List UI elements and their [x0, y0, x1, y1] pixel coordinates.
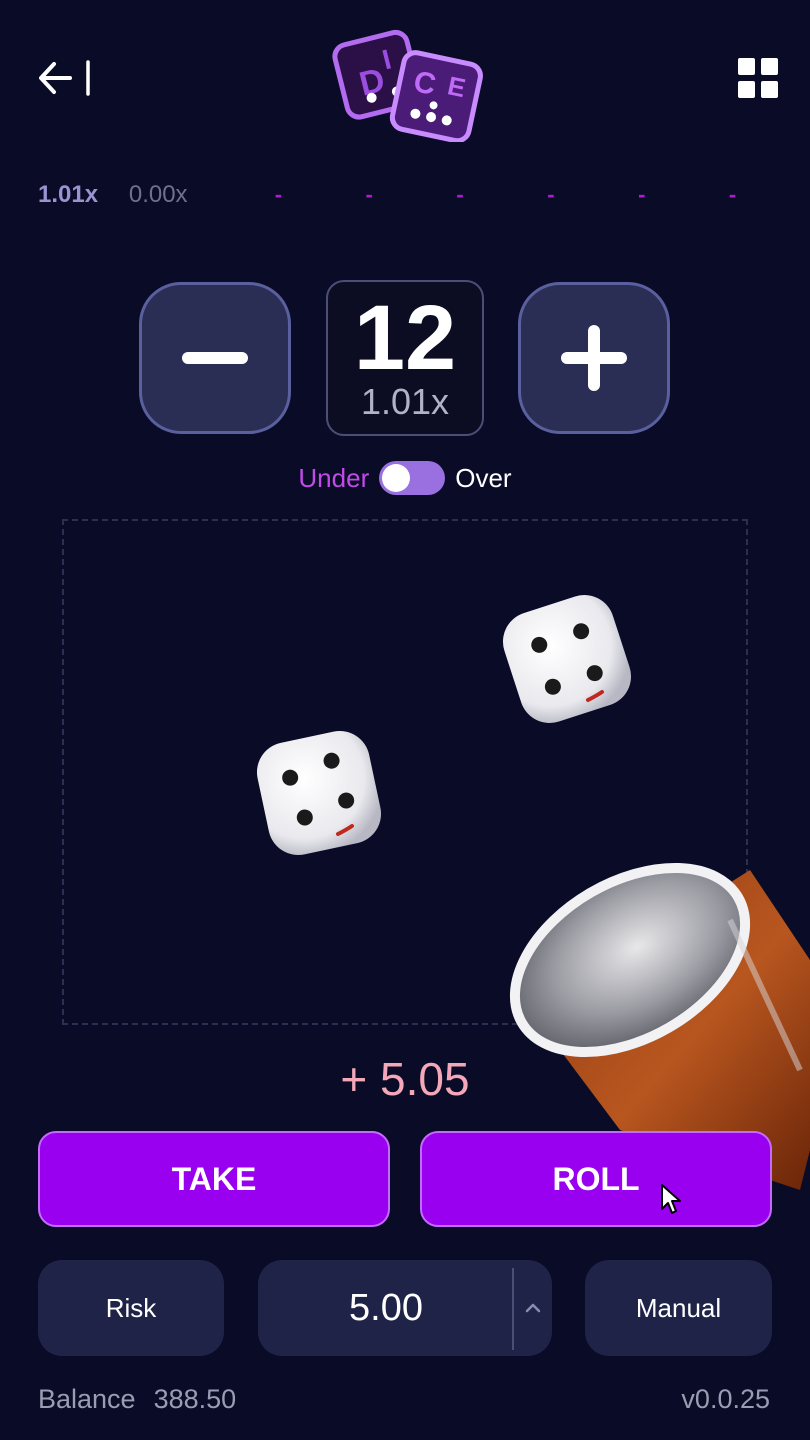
balance-label: Balance	[38, 1384, 136, 1414]
plus-icon	[561, 325, 627, 391]
menu-button[interactable]	[734, 56, 782, 102]
mouse-cursor-icon	[661, 1184, 681, 1214]
decrease-target-button[interactable]	[139, 282, 291, 434]
switch-knob	[382, 464, 411, 492]
manual-mode-button[interactable]: Manual	[585, 1260, 772, 1356]
die-2	[256, 730, 382, 856]
history-slot: -	[456, 182, 464, 207]
increase-target-button[interactable]	[518, 282, 670, 434]
bet-increase-button[interactable]	[516, 1290, 550, 1326]
target-multiplier: 1.01x	[360, 381, 450, 422]
history-slot: -	[365, 182, 373, 207]
under-over-switch[interactable]	[379, 461, 446, 495]
history-current: 1.01x	[38, 181, 99, 208]
history-previous: 0.00x	[128, 181, 188, 208]
back-button[interactable]	[36, 52, 96, 104]
die-1	[502, 594, 632, 724]
dice-logo: D I C E	[326, 22, 486, 144]
history-slot: -	[728, 182, 737, 207]
version-label: v0.0.25	[681, 1384, 770, 1414]
bet-divider	[512, 1268, 514, 1350]
history-slot: -	[547, 182, 555, 207]
chevron-up-icon	[525, 1303, 541, 1313]
under-label[interactable]: Under	[298, 463, 369, 494]
history-slot: -	[638, 182, 646, 207]
under-over-toggle-row: Under Over	[0, 458, 810, 498]
multiplier-history: 1.01x 0.00x - - - - - -	[38, 174, 778, 216]
history-slot: -	[274, 182, 283, 207]
roll-button[interactable]: ROLL	[420, 1131, 772, 1227]
over-label[interactable]: Over	[455, 463, 511, 494]
balance-value: 388.50	[153, 1384, 237, 1414]
target-display: 12 1.01x	[326, 280, 484, 436]
target-value: 12	[353, 287, 457, 389]
balance-display: Balance 388.50	[38, 1384, 236, 1415]
win-amount: + 5.05	[340, 1053, 470, 1105]
exit-arrow-icon	[39, 60, 90, 96]
grid-menu-icon	[738, 58, 778, 98]
minus-icon	[182, 352, 248, 364]
risk-button[interactable]: Risk	[38, 1260, 224, 1356]
bet-amount-input[interactable]: 5.00	[258, 1260, 514, 1356]
take-button[interactable]: TAKE	[38, 1131, 390, 1227]
